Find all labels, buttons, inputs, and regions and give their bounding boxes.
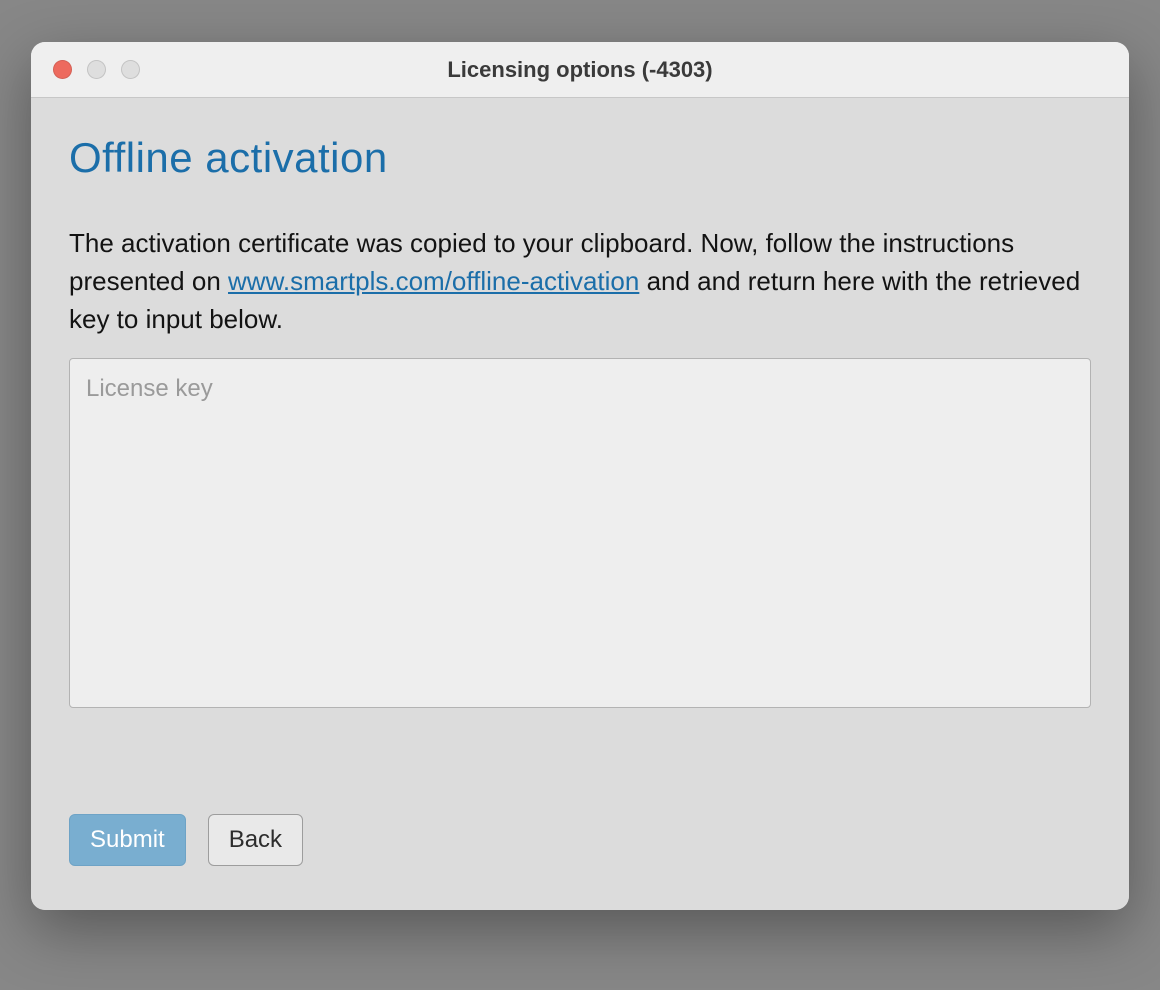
offline-activation-link[interactable]: www.smartpls.com/offline-activation — [228, 266, 639, 296]
maximize-icon — [121, 60, 140, 79]
instruction-text: The activation certificate was copied to… — [69, 224, 1091, 338]
window-title: Licensing options (-4303) — [31, 57, 1129, 83]
back-button[interactable]: Back — [208, 814, 303, 866]
button-row: Submit Back — [69, 814, 1091, 866]
traffic-lights — [53, 60, 140, 79]
titlebar: Licensing options (-4303) — [31, 42, 1129, 98]
page-heading: Offline activation — [69, 134, 1091, 182]
close-icon[interactable] — [53, 60, 72, 79]
content-area: Offline activation The activation certif… — [31, 98, 1129, 910]
licensing-window: Licensing options (-4303) Offline activa… — [31, 42, 1129, 910]
submit-button[interactable]: Submit — [69, 814, 186, 866]
license-key-input[interactable] — [69, 358, 1091, 708]
minimize-icon — [87, 60, 106, 79]
